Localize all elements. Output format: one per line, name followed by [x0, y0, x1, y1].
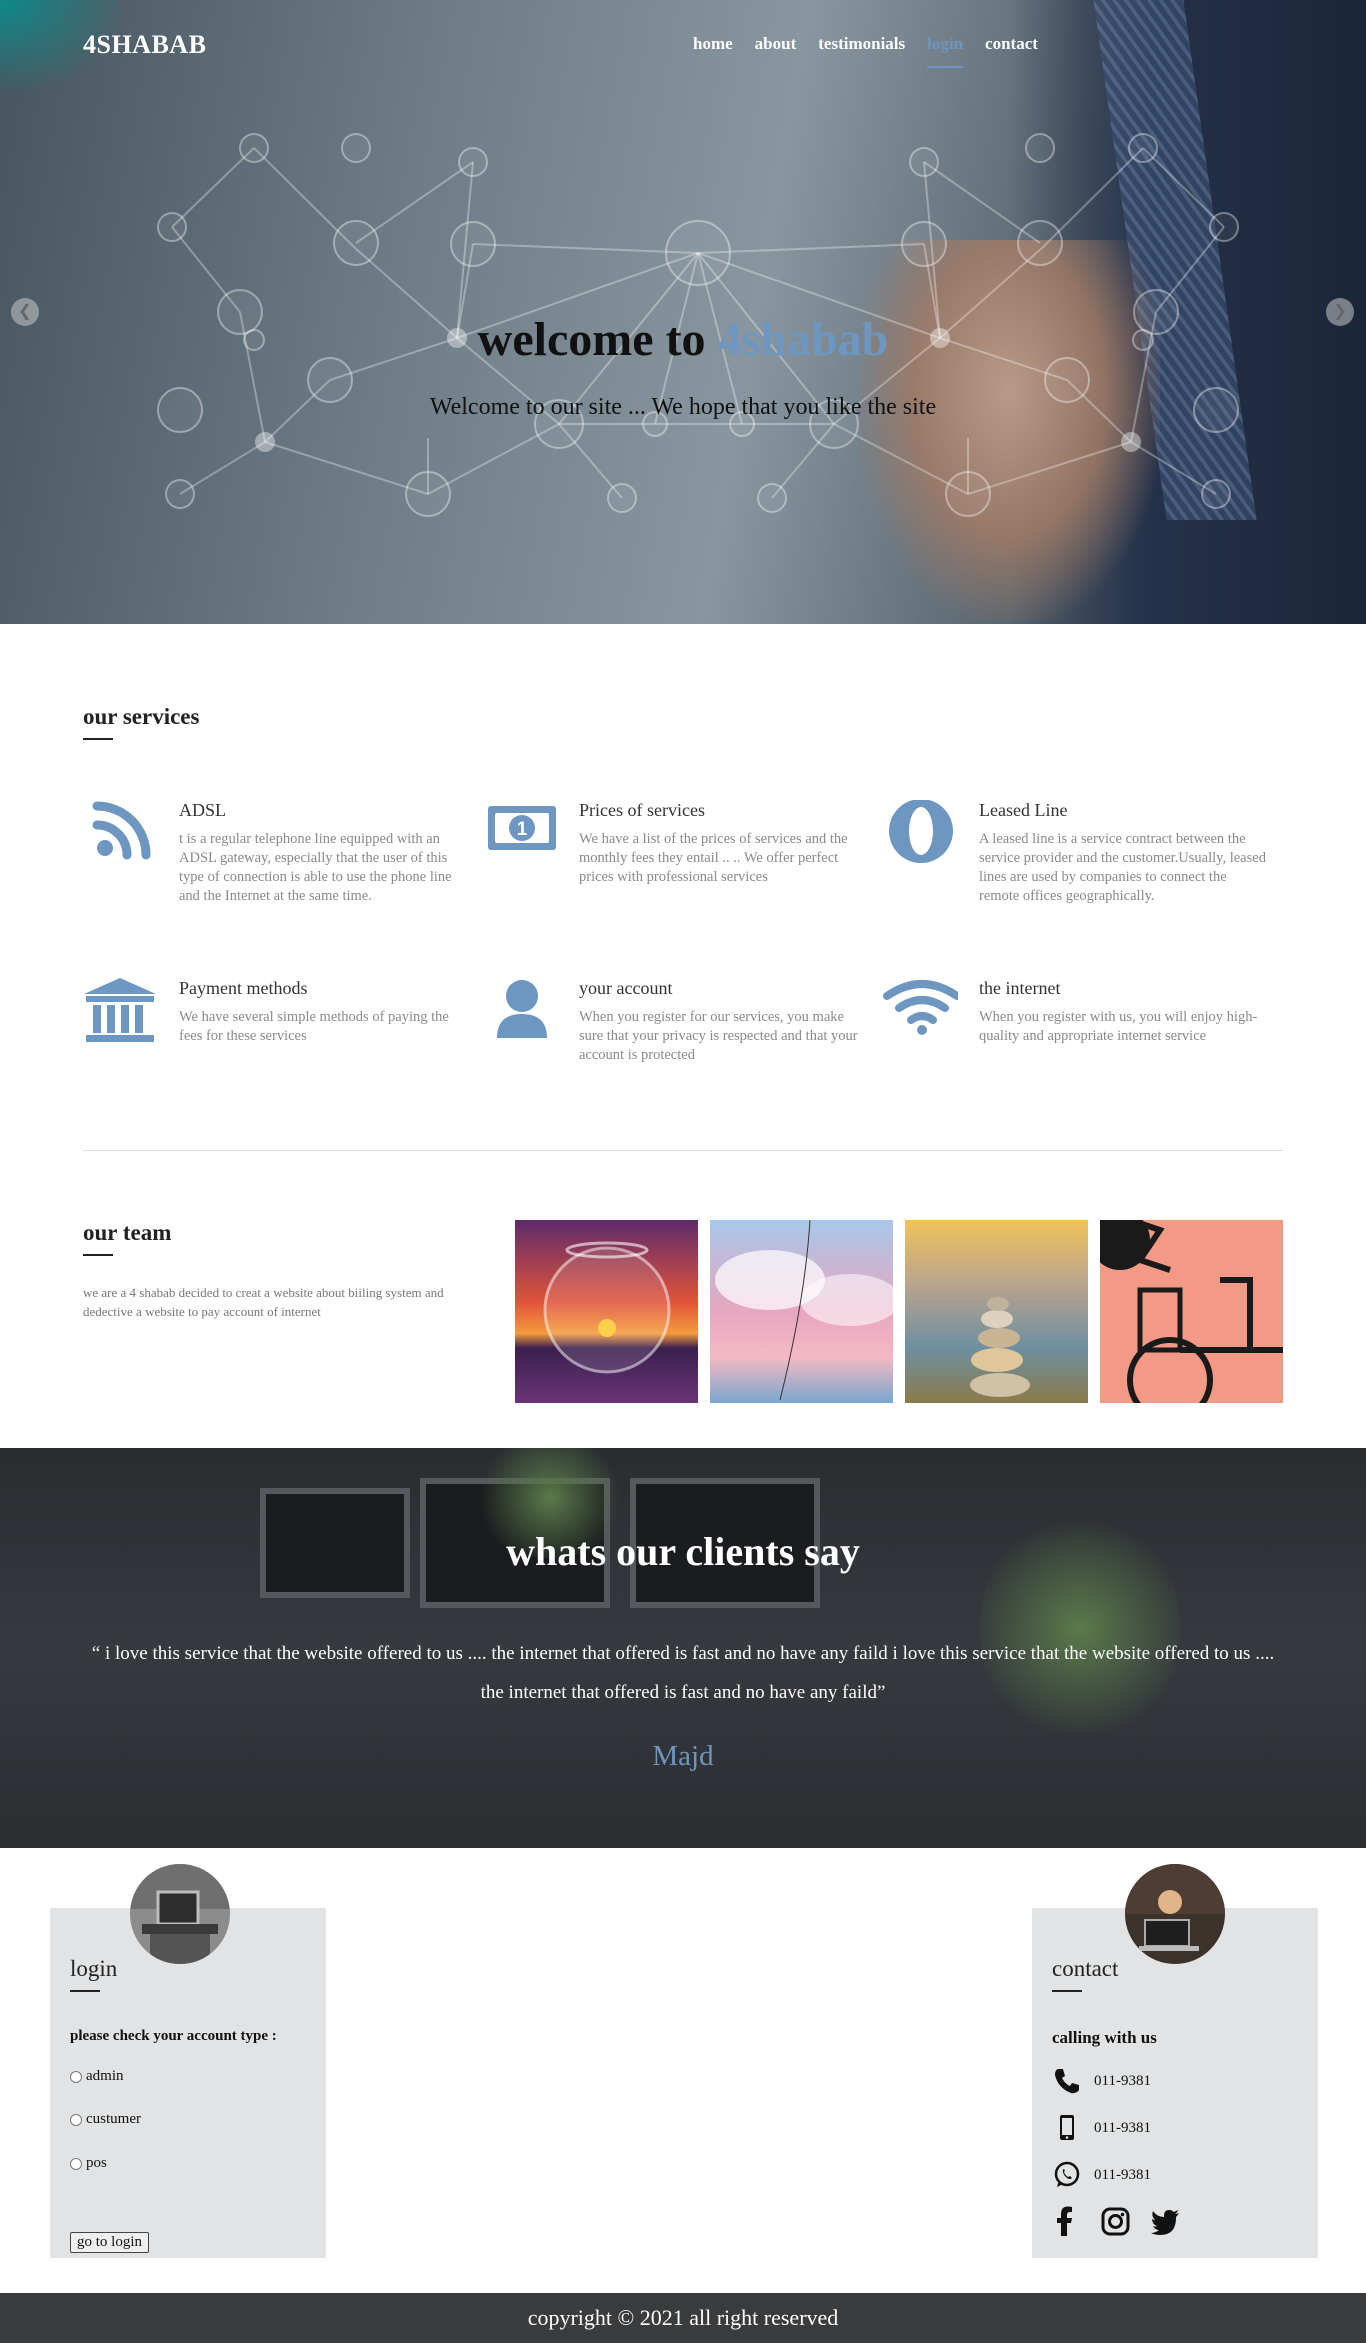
- contact-row-whatsapp[interactable]: 011-9381: [1052, 2160, 1151, 2190]
- radio-admin[interactable]: admin: [70, 2068, 124, 2085]
- hero-subtitle: Welcome to our site ... We hope that you…: [429, 394, 937, 420]
- chevron-left-icon: ❮: [18, 303, 32, 320]
- bicycle-silhouette-image: [1100, 1220, 1283, 1403]
- team-description: we are a 4 shabab decided to creat a web…: [83, 1285, 444, 1319]
- user-icon: [497, 980, 547, 1038]
- wifi-icon: [883, 980, 958, 1035]
- testimonials-section: whats our clients say “ i love this serv…: [0, 1448, 1366, 1848]
- phone-icon: [1055, 2069, 1079, 2094]
- hero-title-prefix: welcome to: [477, 313, 718, 366]
- contact-heading: calling with us: [1052, 2028, 1157, 2047]
- team-title: our team: [83, 1220, 172, 1256]
- radio-label: admin: [86, 2068, 124, 2084]
- contact-number: 011-9381: [1094, 2119, 1151, 2136]
- carousel-prev-button[interactable]: ❮: [11, 298, 39, 326]
- page-footer: copyright © 2021 all right reserved: [0, 2293, 1366, 2343]
- service-title: your account: [579, 978, 673, 998]
- contact-title: contact: [1052, 1956, 1119, 1981]
- team-photo-stones[interactable]: [905, 1220, 1088, 1403]
- fishbowl-sunset-image: [515, 1220, 698, 1403]
- pink-clouds-image: [710, 1220, 893, 1403]
- nav-testimonials[interactable]: testimonials: [818, 34, 905, 54]
- carousel-next-button[interactable]: ❯: [1326, 298, 1354, 326]
- contact-number: 011-9381: [1094, 2072, 1151, 2089]
- login-title: login: [70, 1956, 118, 1981]
- service-title: ADSL: [179, 800, 227, 820]
- service-title: Prices of services: [579, 800, 705, 820]
- testimonials-title: whats our clients say: [506, 1529, 860, 1574]
- copyright-text: copyright © 2021 all right reserved: [527, 2305, 839, 2330]
- services-title: our services: [83, 704, 200, 740]
- site-logo[interactable]: 4SHABAB: [83, 30, 206, 60]
- rss-icon: [92, 801, 151, 860]
- contact-avatar: [1125, 1864, 1225, 1964]
- contact-row-mobile[interactable]: 011-9381: [1052, 2113, 1151, 2143]
- service-description: t is a regular telephone line equipped w…: [179, 831, 452, 904]
- radio-label: custumer: [86, 2111, 141, 2127]
- contact-title-underline: [1052, 1990, 1082, 1992]
- radio-custumer[interactable]: custumer: [70, 2111, 141, 2128]
- hero-title: welcome to 4shabab: [0, 312, 1366, 367]
- radio-pos[interactable]: pos: [70, 2155, 107, 2172]
- social-links: [1050, 2205, 1180, 2237]
- opera-icon: [889, 800, 953, 863]
- service-title: Leased Line: [979, 800, 1068, 820]
- twitter-icon[interactable]: [1150, 2205, 1180, 2237]
- instagram-icon[interactable]: [1100, 2205, 1130, 2237]
- radio-label: pos: [86, 2155, 107, 2171]
- hero-banner: 4SHABAB home about testimonials login co…: [0, 0, 1366, 624]
- contact-row-phone[interactable]: 011-9381: [1052, 2066, 1151, 2096]
- service-description: A leased line is a service contract betw…: [979, 831, 1266, 904]
- login-title-underline: [70, 1990, 100, 1992]
- mobile-icon: [1060, 2115, 1074, 2140]
- team-photo-bicycle[interactable]: [1100, 1220, 1283, 1403]
- nav-login[interactable]: login: [927, 34, 963, 68]
- nav-home[interactable]: home: [693, 34, 733, 54]
- service-title: the internet: [979, 978, 1061, 998]
- hero-title-accent: 4shabab: [717, 313, 889, 366]
- computer-desk-image: [130, 1864, 230, 1964]
- laptop-desk-image: [1125, 1864, 1225, 1964]
- facebook-icon[interactable]: [1050, 2205, 1080, 2237]
- money-bill-icon: 1: [488, 806, 556, 850]
- bank-icon: [84, 978, 156, 1042]
- testimonial-quote: “ i love this service that the website o…: [91, 1643, 1275, 1703]
- radio-button[interactable]: [70, 2157, 82, 2170]
- account-type-prompt: please check your account type :: [70, 2028, 277, 2044]
- nav-about[interactable]: about: [755, 34, 797, 54]
- section-divider: [83, 1150, 1283, 1151]
- service-description: When you register for our services, you …: [579, 1009, 858, 1063]
- go-to-login-button[interactable]: go to login: [70, 2232, 150, 2253]
- service-description: We have a list of the prices of services…: [579, 831, 848, 885]
- whatsapp-icon: [1054, 2161, 1080, 2187]
- service-title: Payment methods: [179, 978, 308, 998]
- service-description: We have several simple methods of paying…: [179, 1009, 449, 1044]
- nav-contact[interactable]: contact: [985, 34, 1038, 54]
- radio-button[interactable]: [70, 2113, 82, 2126]
- radio-button[interactable]: [70, 2070, 82, 2083]
- chevron-right-icon: ❯: [1333, 303, 1347, 320]
- main-nav: home about testimonials login contact: [693, 34, 1060, 68]
- team-photo-clouds[interactable]: [710, 1220, 893, 1403]
- service-description: When you register with us, you will enjo…: [979, 1009, 1258, 1044]
- login-avatar: [130, 1864, 230, 1964]
- svg-text:1: 1: [517, 819, 528, 840]
- team-photo-fishbowl-sunset[interactable]: [515, 1220, 698, 1403]
- testimonial-author: Majd: [652, 1740, 714, 1772]
- stacked-stones-image: [905, 1220, 1088, 1403]
- contact-number: 011-9381: [1094, 2166, 1151, 2183]
